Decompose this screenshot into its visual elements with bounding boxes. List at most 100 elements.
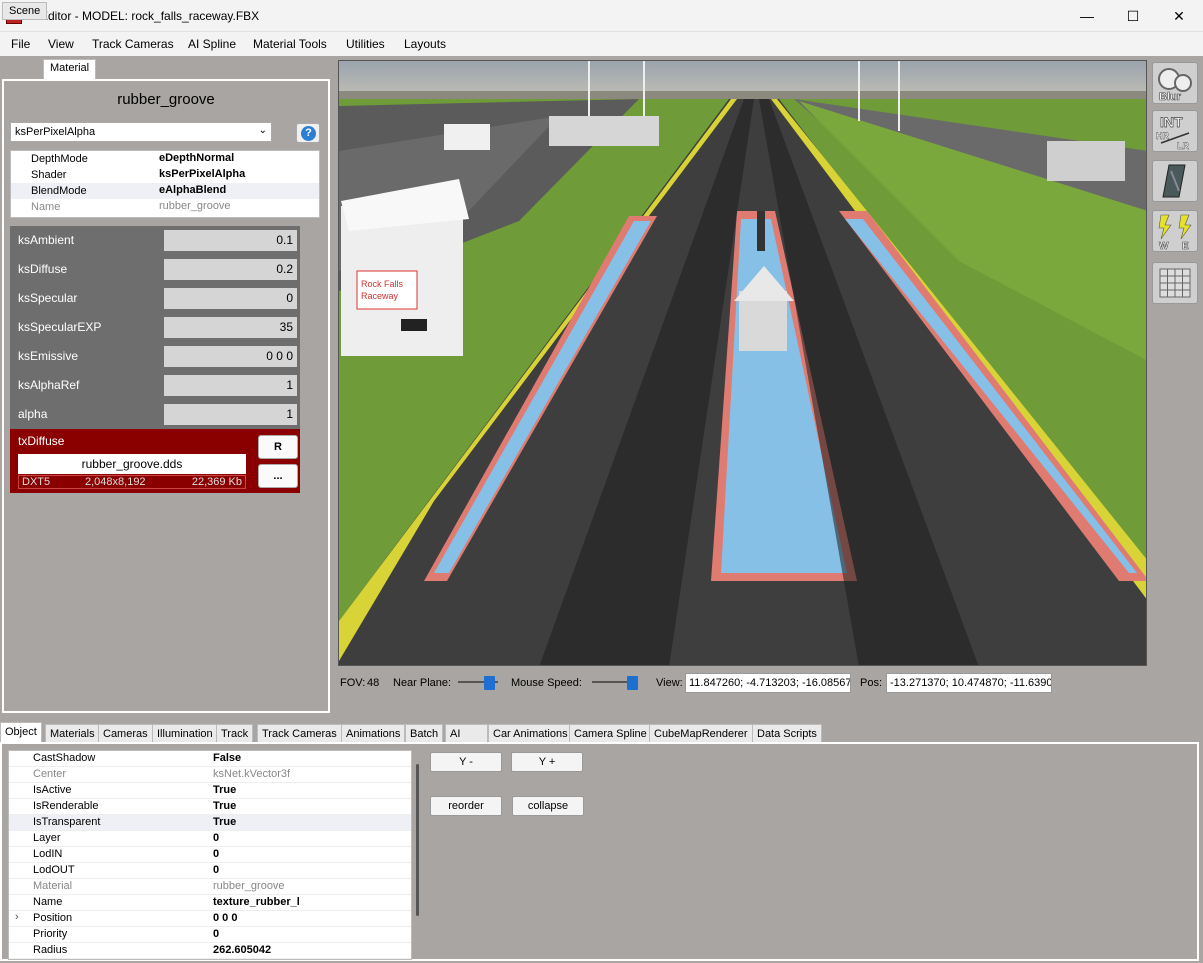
fov-value: 48 (367, 677, 380, 689)
property-value: ksNet.kVector3f (213, 768, 291, 780)
param-label: alpha (18, 407, 48, 421)
menu-layouts[interactable]: Layouts (404, 37, 446, 51)
property-row[interactable]: LodOUT 0 (9, 863, 411, 879)
title-bar: ksEditor - MODEL: rock_falls_raceway.FBX… (0, 0, 1203, 32)
tab-batch[interactable]: Batch (405, 724, 444, 743)
param-value-input[interactable]: 0 0 0 (164, 346, 297, 367)
menu-view[interactable]: View (48, 37, 74, 51)
param-label: ksSpecular (18, 291, 78, 305)
property-key: Radius (33, 944, 68, 956)
expand-chevron-icon[interactable]: › (15, 911, 19, 923)
param-value-input[interactable]: 0.1 (164, 230, 297, 251)
texture-filename[interactable]: rubber_groove.dds (18, 454, 246, 474)
texture-browse-button[interactable]: ... (258, 464, 298, 488)
pos-vector-field[interactable]: -13.271370; 10.474870; -11.6390 (886, 673, 1052, 693)
param-value-input[interactable]: 1 (164, 375, 297, 396)
tab-animations[interactable]: Animations (341, 724, 406, 743)
grid-toggle-button[interactable] (1152, 262, 1198, 304)
tab-material[interactable]: Material (43, 59, 97, 79)
property-key: DepthMode (31, 153, 88, 165)
tab-cameras[interactable]: Cameras (98, 724, 153, 743)
blur-toggle-button[interactable]: Blur (1152, 62, 1198, 104)
close-button[interactable]: ✕ (1156, 0, 1202, 32)
y-minus-button[interactable]: Y - (430, 752, 502, 772)
param-value-input[interactable]: 0.2 (164, 259, 297, 280)
property-row[interactable]: LodIN 0 (9, 847, 411, 863)
menu-utilities[interactable]: Utilities (346, 37, 385, 51)
property-row[interactable]: Name rubber_groove (11, 199, 319, 215)
property-row[interactable]: BlendMode eAlphaBlend (11, 183, 319, 199)
tab-object[interactable]: Object (0, 722, 42, 744)
property-row[interactable]: Radius 262.605042 (9, 943, 411, 959)
y-plus-button[interactable]: Y + (511, 752, 583, 772)
tab-track[interactable]: Track (216, 724, 254, 743)
viewport-status-bar: FOV: 48 Near Plane: Mouse Speed: View: 1… (338, 672, 1198, 694)
tab-track-cameras[interactable]: Track Cameras (257, 724, 342, 743)
property-row[interactable]: Name texture_rubber_l (9, 895, 411, 911)
collapse-button[interactable]: collapse (512, 796, 584, 816)
property-value: rubber_groove (213, 880, 285, 892)
maximize-button[interactable]: ☐ (1110, 0, 1156, 32)
property-value: ksPerPixelAlpha (159, 168, 246, 180)
property-row[interactable]: IsActive True (9, 783, 411, 799)
shader-select[interactable]: ksPerPixelAlpha ⌄ (10, 122, 272, 142)
param-ksemissive: ksEmissive 0 0 0 (10, 342, 300, 371)
tab-data-scripts[interactable]: Data Scripts (752, 724, 822, 743)
menu-ai-spline[interactable]: AI Spline (188, 37, 236, 51)
property-key: CastShadow (33, 752, 96, 764)
slider-thumb[interactable] (627, 676, 638, 690)
lr-label: LR (1177, 141, 1189, 151)
fov-label: FOV: (340, 677, 366, 689)
property-grid-scrollbar[interactable] (416, 764, 419, 916)
tab-camera-spline[interactable]: Camera Spline (569, 724, 652, 743)
tire-button[interactable] (1152, 160, 1198, 202)
tab-car-animations[interactable]: Car Animations (488, 724, 573, 743)
hr-label: HR (1156, 131, 1169, 141)
property-row[interactable]: IsTransparent True (9, 815, 411, 831)
minimize-button[interactable]: — (1064, 0, 1110, 32)
property-row[interactable]: › Position 0 0 0 (9, 911, 411, 927)
param-value-input[interactable]: 1 (164, 404, 297, 425)
near-plane-slider[interactable] (458, 676, 498, 690)
param-value-input[interactable]: 35 (164, 317, 297, 338)
view-label: View: (656, 677, 683, 689)
menu-track-cameras[interactable]: Track Cameras (92, 37, 174, 51)
property-row[interactable]: Priority 0 (9, 927, 411, 943)
int-hr-lr-button[interactable]: INT HR LR (1152, 110, 1198, 152)
mouse-speed-slider[interactable] (592, 676, 638, 690)
help-button[interactable]: ? (296, 123, 320, 143)
property-row[interactable]: Layer 0 (9, 831, 411, 847)
tab-scene[interactable]: Scene (2, 2, 48, 20)
material-property-grid: DepthMode eDepthNormal Shader ksPerPixel… (10, 150, 320, 218)
reorder-button[interactable]: reorder (430, 796, 502, 816)
view-vector-field[interactable]: 11.847260; -4.713203; -16.08567 (685, 673, 851, 693)
property-value: True (213, 816, 237, 828)
property-row[interactable]: IsRenderable True (9, 799, 411, 815)
property-value: 0 (213, 848, 220, 860)
3d-viewport[interactable]: Rock Falls Raceway (338, 60, 1147, 666)
property-key: LodOUT (33, 864, 75, 876)
param-label: ksEmissive (18, 349, 79, 363)
tab-illumination[interactable]: Illumination (152, 724, 218, 743)
menu-file[interactable]: File (11, 37, 30, 51)
tab-materials[interactable]: Materials (45, 724, 100, 743)
sign-text: Raceway (361, 291, 399, 301)
tab-ai[interactable]: AI (445, 724, 488, 743)
texture-info: DXT5 2,048x8,192 22,369 Kb (18, 475, 246, 489)
property-row[interactable]: Material rubber_groove (9, 879, 411, 895)
property-row[interactable]: Shader ksPerPixelAlpha (11, 167, 319, 183)
property-row[interactable]: DepthMode eDepthNormal (11, 151, 319, 167)
w-label: W (1159, 241, 1169, 251)
property-key: Name (31, 201, 61, 213)
tab-cubemaprenderer[interactable]: CubeMapRenderer (649, 724, 753, 743)
wind-we-button[interactable]: W E (1152, 210, 1198, 252)
slider-thumb[interactable] (484, 676, 495, 690)
param-value-input[interactable]: 0 (164, 288, 297, 309)
property-row[interactable]: CastShadow False (9, 751, 411, 767)
pos-label: Pos: (860, 677, 883, 689)
texture-reload-button[interactable]: R (258, 435, 298, 459)
param-alpha: alpha 1 (10, 400, 300, 429)
menu-material-tools[interactable]: Material Tools (253, 37, 327, 51)
texture-dimensions: 2,048x8,192 (85, 476, 146, 488)
property-row[interactable]: Center ksNet.kVector3f (9, 767, 411, 783)
